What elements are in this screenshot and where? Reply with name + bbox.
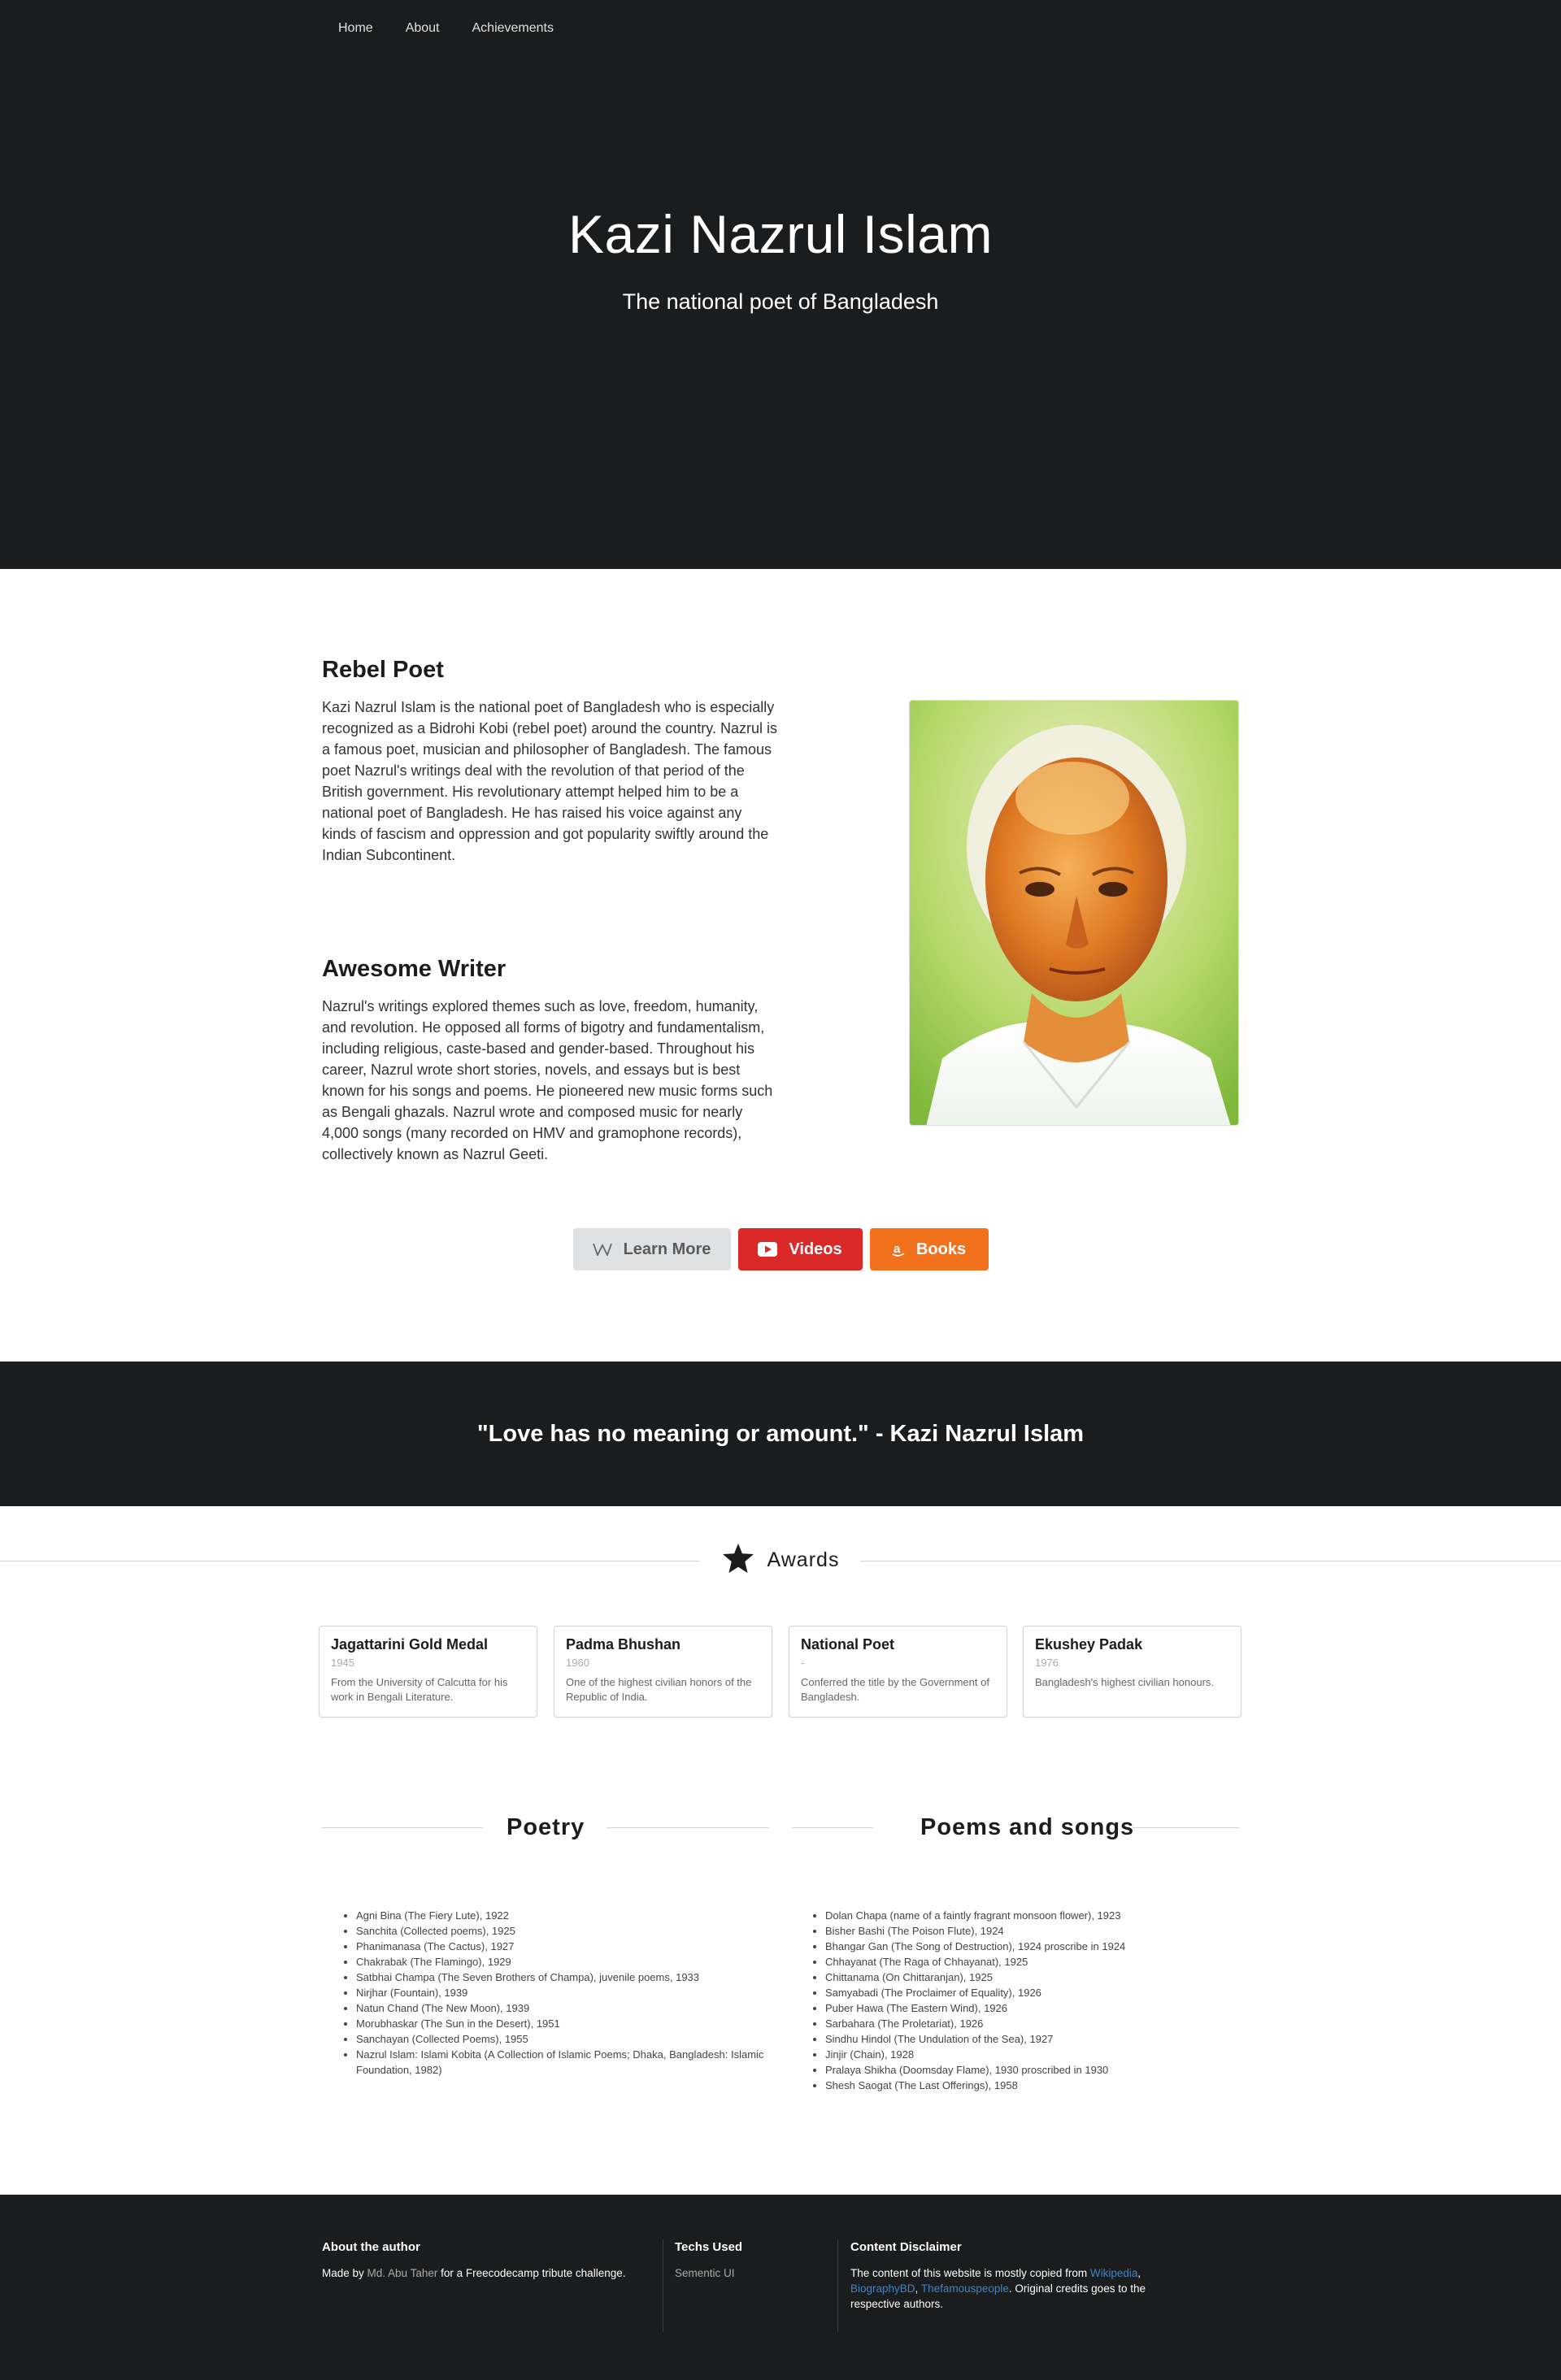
- disclaimer-prefix: The content of this website is mostly co…: [850, 2267, 1090, 2279]
- footer-disclaimer-heading: Content Disclaimer: [850, 2240, 962, 2254]
- nav-achievements[interactable]: Achievements: [456, 16, 571, 41]
- awesome-writer-text: Nazrul's writings explored themes such a…: [322, 998, 773, 1162]
- videos-label: Videos: [789, 1240, 842, 1258]
- footer-about-text: Made by Md. Abu Taher for a Freecodecamp…: [322, 2265, 647, 2281]
- award-year: 1976: [1035, 1657, 1059, 1669]
- footer: About the author Made by Md. Abu Taher f…: [0, 2195, 1561, 2380]
- list-item: Dolan Chapa (name of a faintly fragrant …: [825, 1908, 1250, 1923]
- list-item: Jinjir (Chain), 1928: [825, 2047, 1250, 2062]
- thefamouspeople-link[interactable]: Thefamouspeople: [921, 2282, 1009, 2295]
- quote-text: "Love has no meaning or amount." - Kazi …: [476, 1420, 1085, 1447]
- songs-divider-left: [792, 1827, 873, 1828]
- list-item: Puber Hawa (The Eastern Wind), 1926: [825, 2000, 1250, 2016]
- footer-about: About the author Made by Md. Abu Taher f…: [322, 2240, 647, 2281]
- songs-heading: Poems and songs: [920, 1814, 1135, 1840]
- list-item: Agni Bina (The Fiery Lute), 1922: [356, 1908, 764, 1923]
- poetry-heading: Poetry: [507, 1814, 585, 1840]
- videos-button[interactable]: Videos: [737, 1228, 863, 1270]
- list-item: Sanchayan (Collected Poems), 1955: [356, 2031, 764, 2047]
- poetry-list: Agni Bina (The Fiery Lute), 1922 Sanchit…: [341, 1908, 764, 2078]
- list-item: Nazrul Islam: Islami Kobita (A Collectio…: [356, 2047, 764, 2078]
- youtube-icon: [758, 1242, 778, 1257]
- songs-list: Dolan Chapa (name of a faintly fragrant …: [811, 1908, 1250, 2093]
- amazon-icon: a: [892, 1242, 905, 1257]
- award-year: -: [801, 1657, 805, 1669]
- list-item: Sanchita (Collected poems), 1925: [356, 1923, 764, 1939]
- rebel-poet-heading: Rebel Poet: [322, 657, 444, 683]
- footer-disclaimer: Content Disclaimer The content of this w…: [850, 2240, 1159, 2312]
- footer-about-suffix: for a Freecodecamp tribute challenge.: [437, 2267, 626, 2279]
- list-item: Shesh Saogat (The Last Offerings), 1958: [825, 2078, 1250, 2093]
- learn-more-button[interactable]: Learn More: [572, 1228, 731, 1270]
- list-item: Chhayanat (The Raga of Chhayanat), 1925: [825, 1954, 1250, 1970]
- footer-techs-heading: Techs Used: [675, 2240, 743, 2254]
- nav-about[interactable]: About: [389, 16, 456, 41]
- list-item: Chittanama (On Chittaranjan), 1925: [825, 1970, 1250, 1985]
- star-icon: [722, 1543, 754, 1578]
- list-item: Satbhai Champa (The Seven Brothers of Ch…: [356, 1970, 764, 1985]
- list-item: Samyabadi (The Proclaimer of Equality), …: [825, 1985, 1250, 2000]
- quote-section: "Love has no meaning or amount." - Kazi …: [0, 1362, 1561, 1506]
- list-item: Nirjhar (Fountain), 1939: [356, 1985, 764, 2000]
- awesome-writer-heading: Awesome Writer: [322, 956, 507, 982]
- list-item: Bhangar Gan (The Song of Destruction), 1…: [825, 1939, 1250, 1954]
- list-item: Natun Chand (The New Moon), 1939: [356, 2000, 764, 2016]
- list-item: Chakrabak (The Flamingo), 1929: [356, 1954, 764, 1970]
- footer-about-heading: About the author: [322, 2240, 420, 2254]
- rebel-poet-text: Kazi Nazrul Islam is the national poet o…: [322, 699, 777, 863]
- award-desc: From the University of Calcutta for his …: [331, 1676, 508, 1703]
- biographybd-link[interactable]: BiographyBD: [850, 2282, 915, 2295]
- disclaimer-sep: ,: [915, 2282, 921, 2295]
- poetry-divider-left: [322, 1827, 483, 1828]
- action-buttons: Learn More Videos a Books: [0, 1228, 1561, 1270]
- award-title: Jagattarini Gold Medal: [331, 1636, 489, 1653]
- list-item: Sarbahara (The Proletariat), 1926: [825, 2016, 1250, 2031]
- svg-text:a: a: [894, 1242, 901, 1256]
- award-card: Ekushey Padak 1976 Bangladesh's highest …: [1023, 1626, 1241, 1718]
- list-item: Bisher Bashi (The Poison Flute), 1924: [825, 1923, 1250, 1939]
- author-link[interactable]: Md. Abu Taher: [367, 2267, 438, 2279]
- award-card: National Poet - Conferred the title by t…: [789, 1626, 1007, 1718]
- wikipedia-icon: [592, 1243, 612, 1256]
- list-item: Morubhaskar (The Sun in the Desert), 195…: [356, 2016, 764, 2031]
- award-year: 1945: [331, 1657, 354, 1669]
- wikipedia-link[interactable]: Wikipedia: [1090, 2267, 1138, 2279]
- list-item: Phanimanasa (The Cactus), 1927: [356, 1939, 764, 1954]
- books-label: Books: [915, 1240, 967, 1258]
- awards-heading-label: Awards: [767, 1548, 840, 1571]
- award-title: National Poet: [801, 1636, 895, 1653]
- award-year: 1960: [566, 1657, 589, 1669]
- portrait-image: [909, 700, 1239, 1126]
- footer-made-by: Made by: [322, 2267, 367, 2279]
- award-card: Padma Bhushan 1960 One of the highest ci…: [554, 1626, 772, 1718]
- nav-home[interactable]: Home: [322, 16, 389, 41]
- poetry-divider-right: [607, 1827, 769, 1828]
- list-item: Sindhu Hindol (The Undulation of the Sea…: [825, 2031, 1250, 2047]
- award-desc: Conferred the title by the Government of…: [801, 1676, 989, 1703]
- list-item: Pralaya Shikha (Doomsday Flame), 1930 pr…: [825, 2062, 1250, 2078]
- award-desc: One of the highest civilian honors of th…: [566, 1676, 752, 1703]
- awards-heading: Awards: [0, 1543, 1561, 1578]
- award-desc: Bangladesh's highest civilian honours.: [1035, 1676, 1215, 1688]
- award-card: Jagattarini Gold Medal 1945 From the Uni…: [319, 1626, 537, 1718]
- award-title: Ekushey Padak: [1035, 1636, 1143, 1653]
- disclaimer-sep: ,: [1137, 2267, 1141, 2279]
- footer-separator: [837, 2239, 838, 2332]
- hero-section: Home About Achievements Kazi Nazrul Isla…: [0, 0, 1561, 569]
- top-nav: Home About Achievements: [322, 16, 570, 41]
- hero-title: Kazi Nazrul Islam: [568, 204, 993, 264]
- footer-disclaimer-text: The content of this website is mostly co…: [850, 2265, 1159, 2312]
- books-button[interactable]: a Books: [869, 1228, 989, 1270]
- award-title: Padma Bhushan: [566, 1636, 681, 1653]
- footer-techs: Techs Used Sementic UI: [675, 2240, 821, 2281]
- learn-more-label: Learn More: [623, 1240, 711, 1258]
- hero-subtitle: The national poet of Bangladesh: [622, 289, 939, 314]
- footer-techs-item: Sementic UI: [675, 2267, 735, 2279]
- songs-divider-right: [1133, 1827, 1239, 1828]
